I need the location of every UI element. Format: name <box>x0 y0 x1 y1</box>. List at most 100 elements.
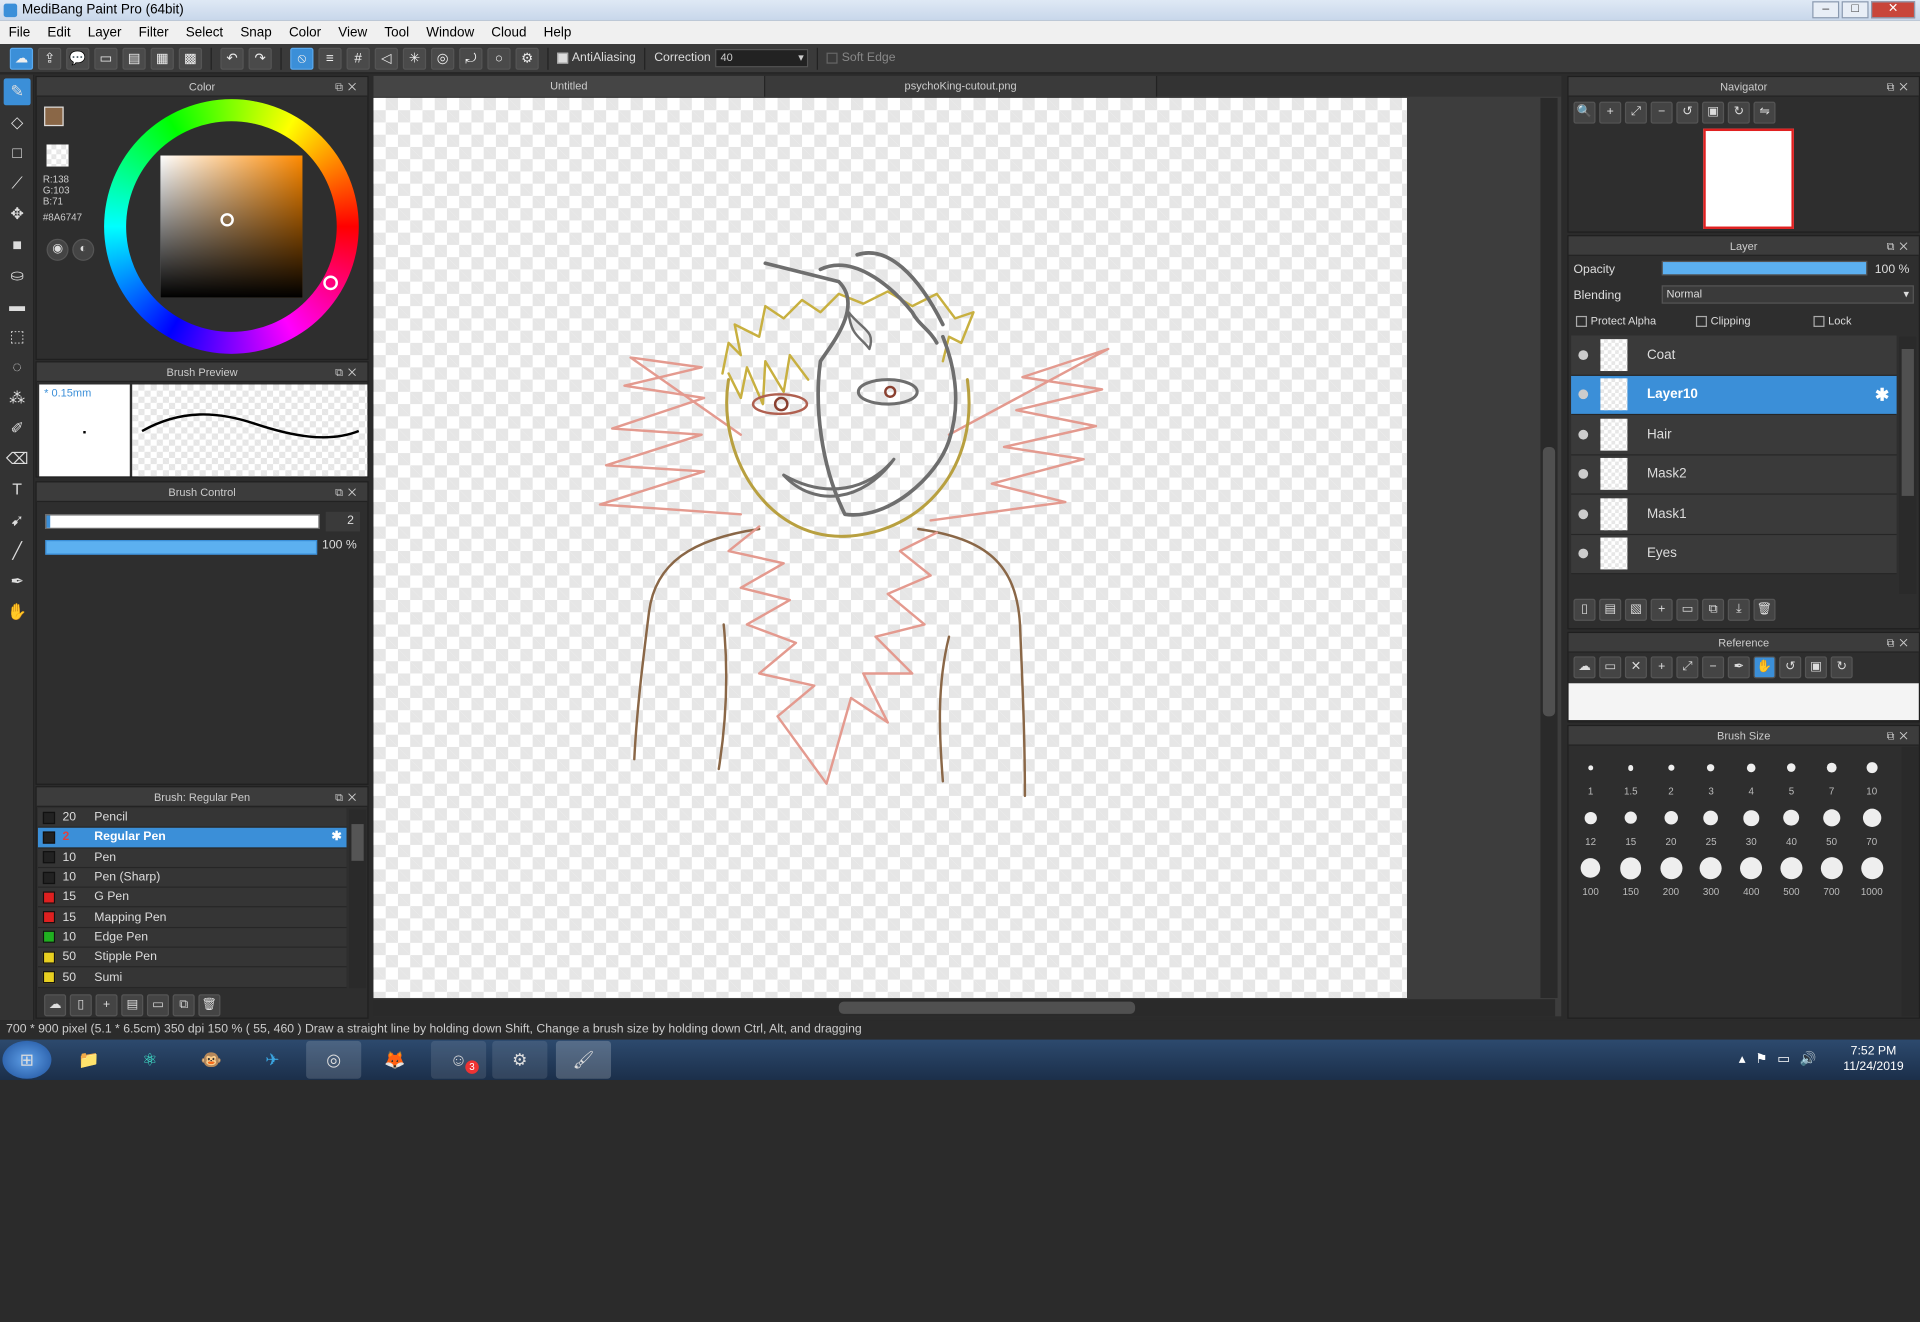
circle-snap-icon[interactable]: ○ <box>487 47 511 70</box>
gear-icon[interactable]: ✱ <box>331 831 341 844</box>
brush-item-pencil[interactable]: 20 Pencil <box>37 808 347 829</box>
correction-select[interactable]: 40 ▾ <box>715 48 809 68</box>
rotate-left-icon[interactable]: ↺ <box>1779 656 1802 679</box>
menu-file[interactable]: File <box>0 25 39 40</box>
concentric-snap-icon[interactable]: ◎ <box>431 47 455 70</box>
menu-help[interactable]: Help <box>535 25 580 40</box>
palette-icon[interactable]: ◉ ◐ <box>46 238 98 261</box>
reset-view-icon[interactable]: ▣ <box>1804 656 1827 679</box>
clipping-checkbox[interactable]: Clipping <box>1695 315 1814 328</box>
brush-size-cell[interactable]: 20 <box>1651 800 1690 849</box>
zoom-in-icon[interactable]: + <box>1599 101 1622 124</box>
brush-size-cell[interactable]: 200 <box>1651 850 1690 899</box>
cloud-icon[interactable]: ☁ <box>9 47 34 70</box>
drawing-canvas[interactable] <box>373 97 1407 998</box>
sv-picker-handle[interactable] <box>220 213 234 227</box>
layer-row-coat[interactable]: Coat <box>1571 335 1897 376</box>
add-brush-icon[interactable]: + <box>95 994 118 1017</box>
antialiasing-checkbox[interactable]: AntiAliasing <box>557 51 636 65</box>
brush-item-regular-pen[interactable]: 2 Regular Pen ✱ <box>37 828 347 849</box>
folder-icon[interactable]: ▭ <box>1676 598 1699 621</box>
delete-icon[interactable]: 🗑 <box>1753 598 1776 621</box>
tab-untitled[interactable]: Untitled <box>373 75 766 97</box>
magic-wand-tool-icon[interactable]: ⁂ <box>4 384 31 411</box>
share-icon[interactable]: ⇪ <box>37 47 62 70</box>
brush-item-pen[interactable]: 10 Pen <box>37 848 347 869</box>
zoom-out-icon[interactable]: − <box>1650 101 1673 124</box>
snap-settings-icon[interactable]: ⚙ <box>515 47 539 70</box>
open-folder-icon[interactable]: ▭ <box>1599 656 1622 679</box>
brush-item-mapping-pen[interactable]: 15 Mapping Pen <box>37 907 347 928</box>
brush-settings-icon[interactable]: ▤ <box>121 994 144 1017</box>
snap-off-icon[interactable]: ⦸ <box>290 47 314 70</box>
eye-icon[interactable] <box>1578 548 1589 559</box>
move-tool-icon[interactable]: ✥ <box>4 201 31 228</box>
menu-layer[interactable]: Layer <box>79 25 130 40</box>
caption-icon[interactable]: ▭ <box>94 47 118 70</box>
gear-icon[interactable]: ✱ <box>1875 384 1889 405</box>
panel-controls-icon[interactable]: ⧉✕ <box>335 362 361 382</box>
brush-item-edge-pen[interactable]: 10 Edge Pen <box>37 927 347 948</box>
scrollbar-thumb[interactable] <box>838 1001 1136 1014</box>
select-eraser-tool-icon[interactable]: ⌫ <box>4 446 31 473</box>
start-button[interactable]: ⊞ <box>2 1040 52 1079</box>
brush-size-value[interactable]: 2 <box>325 511 361 532</box>
canvas-horizontal-scrollbar[interactable] <box>373 999 1556 1017</box>
eye-icon[interactable] <box>1578 389 1589 400</box>
close-button[interactable]: ✕ <box>1871 1 1916 19</box>
brush-size-cell[interactable]: 700 <box>1812 850 1851 899</box>
brush-size-cell[interactable]: 1000 <box>1852 850 1891 899</box>
brush-size-scrollbar[interactable] <box>1901 746 1919 1017</box>
atom-icon[interactable]: ⚛ <box>122 1041 177 1079</box>
menu-select[interactable]: Select <box>177 25 232 40</box>
rotate-right-icon[interactable]: ↻ <box>1830 656 1853 679</box>
hue-picker-handle[interactable] <box>323 275 338 291</box>
panel-controls-icon[interactable]: ⧉✕ <box>1887 77 1913 97</box>
menu-snap[interactable]: Snap <box>232 25 281 40</box>
copy-icon[interactable]: ⧉ <box>172 994 195 1017</box>
layer-row-layer10[interactable]: Layer10 ✱ <box>1571 375 1897 416</box>
select-pen-tool-icon[interactable]: ✐ <box>4 415 31 442</box>
eye-icon[interactable] <box>1578 469 1589 480</box>
eraser-tool-icon[interactable]: ◇ <box>4 109 31 136</box>
redo-icon[interactable]: ↷ <box>248 47 272 70</box>
steam-icon[interactable]: ⚙ <box>492 1040 548 1079</box>
folder-icon[interactable]: ▭ <box>146 994 169 1017</box>
dot-tool-icon[interactable]: □ <box>4 140 31 167</box>
delete-icon[interactable]: 🗑 <box>198 994 221 1017</box>
brush-size-cell[interactable]: 10 <box>1852 749 1891 798</box>
layer-opacity-slider[interactable] <box>1661 260 1868 276</box>
new-8bit-layer-icon[interactable]: ▧ <box>1624 598 1647 621</box>
brush-size-cell[interactable]: 2 <box>1651 749 1690 798</box>
medibang-icon[interactable]: 🖌 <box>555 1040 612 1079</box>
undo-icon[interactable]: ↶ <box>220 47 244 70</box>
brush-list-scrollbar[interactable] <box>348 809 367 989</box>
eyedropper-tool-icon[interactable]: ✒ <box>4 568 31 595</box>
close-icon[interactable]: ✕ <box>1624 656 1647 679</box>
brush-item-g-pen[interactable]: 15 G Pen <box>37 887 347 908</box>
brush-size-cell[interactable]: 500 <box>1772 850 1811 899</box>
new-layer-icon[interactable]: ▯ <box>1573 598 1596 621</box>
gradient-tool-icon[interactable]: ▬ <box>4 293 31 320</box>
monkey-app-icon[interactable]: 🐵 <box>184 1041 239 1079</box>
fit-icon[interactable]: ⤢ <box>1676 656 1699 679</box>
line-tool-icon[interactable]: ⟋ <box>4 170 31 197</box>
new-halftone-layer-icon[interactable]: ▤ <box>1599 598 1622 621</box>
scrollbar-thumb[interactable] <box>1901 348 1914 496</box>
speech-bubble-icon[interactable]: 💬 <box>66 47 90 70</box>
menu-filter[interactable]: Filter <box>130 25 177 40</box>
grid-icon[interactable]: ▩ <box>178 47 203 70</box>
menu-window[interactable]: Window <box>418 25 483 40</box>
menu-tool[interactable]: Tool <box>376 25 418 40</box>
radial-snap-icon[interactable]: ✳ <box>402 47 427 70</box>
menu-edit[interactable]: Edit <box>39 25 79 40</box>
eye-icon[interactable] <box>1578 349 1589 360</box>
layer-row-mask2[interactable]: Mask2 <box>1571 454 1897 495</box>
minimize-button[interactable]: – <box>1812 1 1840 19</box>
brush-item-stipple-pen[interactable]: 50 Stipple Pen <box>37 947 347 968</box>
menu-view[interactable]: View <box>330 25 376 40</box>
scrollbar-thumb[interactable] <box>351 824 364 861</box>
brush-size-cell[interactable]: 7 <box>1812 749 1851 798</box>
zoom-in-icon[interactable]: + <box>1650 656 1673 679</box>
parallel-snap-icon[interactable]: ≡ <box>318 47 342 70</box>
